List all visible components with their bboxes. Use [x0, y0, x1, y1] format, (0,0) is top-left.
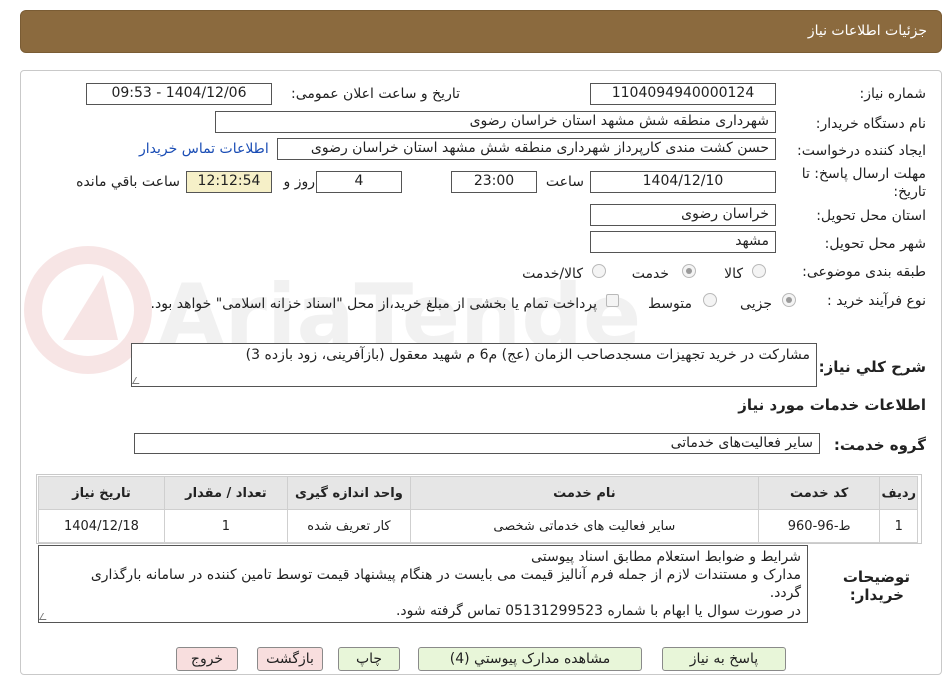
exit-button[interactable]: خروج	[176, 647, 238, 671]
cell-need-date: 1404/12/18	[38, 509, 165, 543]
general-desc-label: شرح كلي نیاز:	[818, 358, 926, 376]
cell-service-name: سایر فعالیت های خدماتی شخصی	[409, 509, 759, 543]
print-button[interactable]: چاپ	[338, 647, 400, 671]
need-number-field: 1104094940000124	[590, 83, 776, 105]
col-unit: واحد اندازه گیری	[286, 476, 411, 510]
buyer-notes-label-line1: توضیحات	[842, 568, 910, 586]
category-label: طبقه بندی موضوعی:	[802, 264, 926, 280]
announce-datetime-label: تاریخ و ساعت اعلان عمومی:	[291, 86, 460, 102]
table-header-row: ردیف کد خدمت نام خدمت واحد اندازه گیری ت…	[38, 476, 918, 510]
buyer-org-field: شهرداری منطقه شش مشهد استان خراسان رضوی	[215, 111, 776, 133]
category-service-radio[interactable]	[682, 264, 696, 278]
days-remaining-field: 4	[316, 171, 402, 193]
province-field: خراسان رضوی	[590, 204, 776, 226]
reply-button[interactable]: پاسخ به نیاز	[662, 647, 786, 671]
buyer-notes-label-line2: خریدار:	[849, 586, 904, 604]
service-group-label: گروه خدمت:	[833, 436, 926, 454]
service-group-field: سایر فعالیت‌های خدماتی	[134, 433, 820, 454]
note-line: شرایط و ضوابط استعلام مطابق اسناد پیوستی	[531, 549, 801, 565]
city-field: مشهد	[590, 231, 776, 253]
note-line: مدارک و مستندات لازم از جمله فرم آنالیز …	[90, 567, 801, 583]
deadline-hour-field: 23:00	[451, 171, 537, 193]
city-label: شهر محل تحویل:	[824, 236, 926, 252]
deadline-hour-label: ساعت	[545, 174, 584, 190]
table-row: 1 ط-96-960 سایر فعالیت های خدماتی شخصی ک…	[38, 509, 918, 543]
deadline-date-field: 1404/12/10	[590, 171, 776, 193]
buyer-notes-textarea[interactable]: شرایط و ضوابط استعلام مطابق اسناد پیوستی…	[38, 545, 808, 623]
process-minor-label: جزیی	[740, 296, 772, 312]
cell-row-number: 1	[879, 509, 918, 543]
requester-field: حسن کشت مندی کارپرداز شهرداری منطقه شش م…	[277, 138, 776, 160]
col-need-date: تاریخ نیاز	[38, 476, 165, 510]
requester-label: ایجاد کننده درخواست:	[797, 143, 926, 159]
process-type-label: نوع فرآیند خرید :	[827, 293, 926, 309]
province-label: استان محل تحویل:	[816, 208, 926, 224]
page-header: جزئیات اطلاعات نیاز	[20, 10, 942, 53]
cell-service-code: ط-96-960	[757, 509, 881, 543]
buyer-org-label: نام دستگاه خریدار:	[815, 116, 926, 132]
resize-grip-icon[interactable]	[131, 377, 144, 384]
category-goods-label: کالا	[724, 266, 743, 282]
view-attachments-button[interactable]: مشاهده مدارک پیوستي (4)	[418, 647, 642, 671]
cell-unit: کار تعریف شده	[286, 509, 411, 543]
time-remaining-label: ساعت باقي مانده	[76, 174, 180, 190]
time-remaining-field: 12:12:54	[186, 171, 272, 193]
general-desc-textarea[interactable]: مشارکت در خرید تجهیزات مسجدصاحب الزمان (…	[131, 343, 817, 387]
days-and-label: روز و	[283, 174, 316, 190]
category-goods-service-radio[interactable]	[592, 264, 606, 278]
general-desc-text: مشارکت در خرید تجهیزات مسجدصاحب الزمان (…	[245, 347, 810, 363]
treasury-payment-note: پرداخت تمام یا بخشی از مبلغ خرید،از محل …	[150, 296, 597, 312]
buyer-contact-link[interactable]: اطلاعات تماس خریدار	[139, 141, 269, 157]
cell-quantity: 1	[163, 509, 288, 543]
announce-datetime-field: 1404/12/06 - 09:53	[86, 83, 272, 105]
service-info-heading: اطلاعات خدمات مورد نیاز	[738, 396, 926, 414]
category-goods-radio[interactable]	[752, 264, 766, 278]
process-medium-label: متوسط	[648, 296, 692, 312]
category-goods-service-label: کالا/خدمت	[522, 266, 583, 282]
process-minor-radio[interactable]	[782, 293, 796, 307]
treasury-payment-checkbox[interactable]	[606, 294, 619, 307]
need-number-label: شماره نیاز:	[859, 86, 927, 102]
col-quantity: تعداد / مقدار	[163, 476, 288, 510]
category-service-label: خدمت	[631, 266, 669, 282]
back-button[interactable]: بازگشت	[257, 647, 323, 671]
col-service-name: نام خدمت	[409, 476, 759, 510]
col-row-number: ردیف	[879, 476, 918, 510]
note-line: گردد.	[769, 585, 801, 601]
process-medium-radio[interactable]	[703, 293, 717, 307]
deadline-label-line2: تاریخ:	[893, 184, 926, 200]
col-service-code: کد خدمت	[757, 476, 881, 510]
note-line: در صورت سوال یا ابهام با شماره 051312995…	[395, 603, 801, 619]
deadline-label-line1: مهلت ارسال پاسخ: تا	[801, 166, 926, 182]
services-table: ردیف کد خدمت نام خدمت واحد اندازه گیری ت…	[38, 476, 918, 543]
page-title: جزئیات اطلاعات نیاز	[807, 23, 927, 39]
